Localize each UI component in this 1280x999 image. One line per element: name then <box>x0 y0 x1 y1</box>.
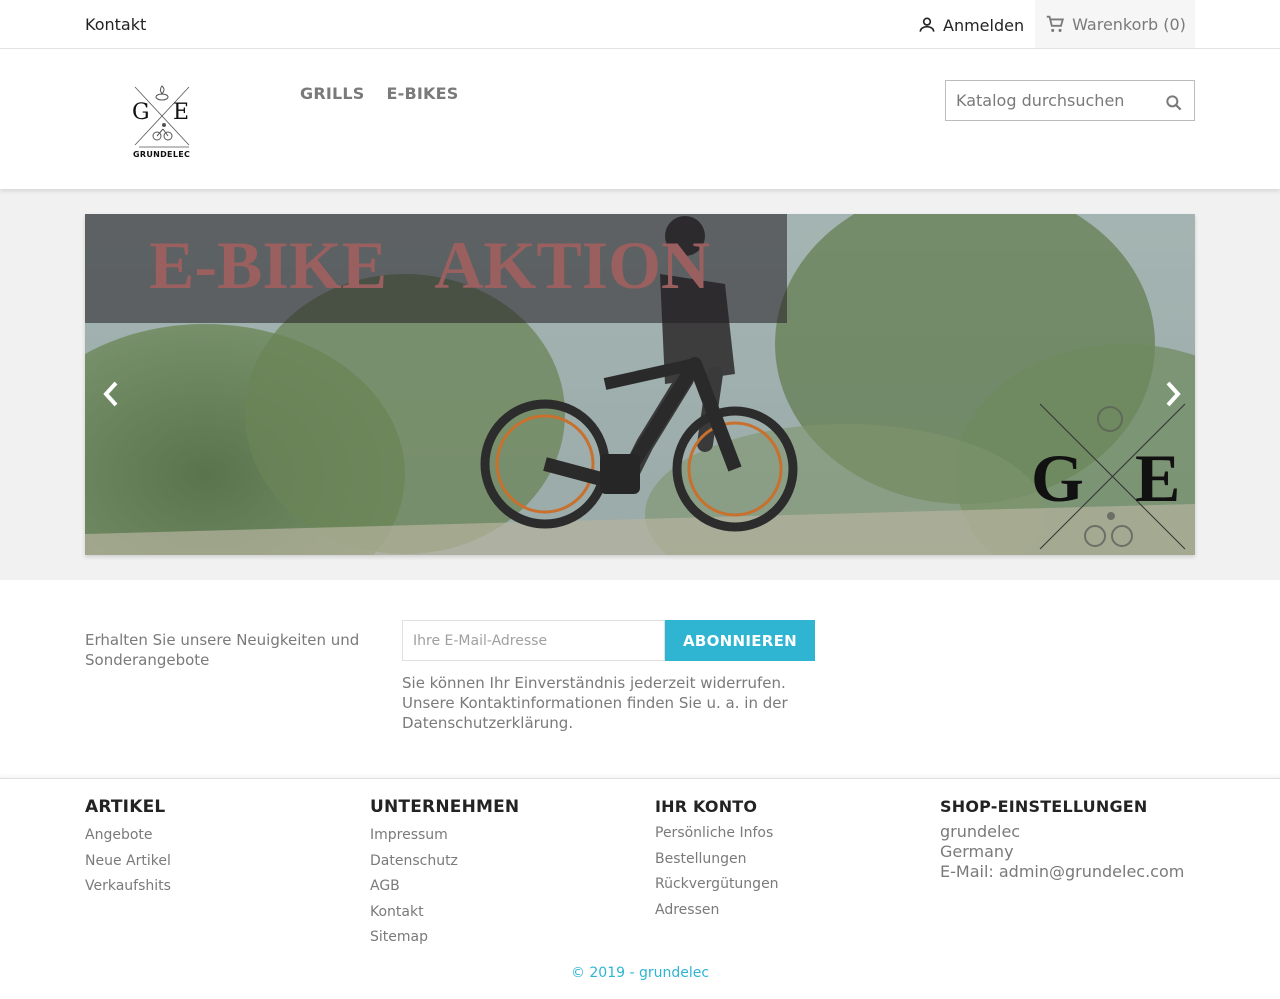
contact-link[interactable]: Kontakt <box>85 15 146 34</box>
footer-heading-shop: SHOP-EINSTELLUNGEN <box>940 797 1148 816</box>
newsletter-email-input[interactable] <box>402 620 665 661</box>
slide-watermark-g: G <box>1031 440 1084 516</box>
chevron-right-icon[interactable] <box>1163 379 1183 409</box>
main-menu: GRILLS E-BIKES <box>300 84 459 103</box>
shop-country: Germany <box>940 842 1014 861</box>
newsletter-label: Erhalten Sie unsere Neuigkeiten und Sond… <box>85 631 360 669</box>
slide-watermark-e: E <box>1135 440 1181 516</box>
shop-email[interactable]: E-Mail: admin@grundelec.com <box>940 862 1184 882</box>
menu-item-e-bikes[interactable]: E-BIKES <box>387 84 459 103</box>
copyright-link[interactable]: © 2019 - grundelec <box>0 965 1280 981</box>
logo-letter-e: E <box>173 100 190 125</box>
newsletter-section: Erhalten Sie unsere Neuigkeiten und Sond… <box>0 580 1280 778</box>
logo[interactable]: G E GRUNDELEC <box>129 81 199 161</box>
signin-label: Anmelden <box>943 15 1025 35</box>
footer-link-agb[interactable]: AGB <box>370 874 519 900</box>
footer-link-verkaufshits[interactable]: Verkaufshits <box>85 874 171 900</box>
cart-label: Warenkorb (0) <box>1072 14 1186 34</box>
footer-column-konto: IHR KONTO Persönliche Infos Bestellungen… <box>655 797 779 923</box>
footer-link-impressum[interactable]: Impressum <box>370 823 519 849</box>
search-box <box>945 80 1195 121</box>
newsletter-note: Sie können Ihr Einverständnis jederzeit … <box>402 674 788 732</box>
user-icon <box>919 17 935 32</box>
footer-link-neue-artikel[interactable]: Neue Artikel <box>85 849 171 875</box>
search-input[interactable] <box>946 81 1156 120</box>
logo-letter-g: G <box>132 100 150 125</box>
footer: ARTIKEL Angebote Neue Artikel Verkaufshi… <box>0 778 1280 999</box>
footer-link-kontakt[interactable]: Kontakt <box>370 900 519 926</box>
footer-link-angebote[interactable]: Angebote <box>85 823 171 849</box>
cart-button[interactable]: Warenkorb (0) <box>1035 0 1195 48</box>
footer-link-bestellungen[interactable]: Bestellungen <box>655 847 779 873</box>
chevron-left-icon[interactable] <box>101 379 121 409</box>
image-slider[interactable]: E-BIKE AKTION G E <box>85 214 1195 555</box>
footer-column-unternehmen: UNTERNEHMEN Impressum Datenschutz AGB Ko… <box>370 797 519 951</box>
footer-link-sitemap[interactable]: Sitemap <box>370 925 519 951</box>
footer-link-datenschutz[interactable]: Datenschutz <box>370 849 519 875</box>
footer-heading-unternehmen: UNTERNEHMEN <box>370 797 520 817</box>
footer-column-artikel: ARTIKEL Angebote Neue Artikel Verkaufshi… <box>85 797 171 900</box>
footer-link-adressen[interactable]: Adressen <box>655 898 779 924</box>
top-nav: Kontakt Anmelden Warenkorb (0) <box>0 0 1280 49</box>
footer-link-persoenliche-infos[interactable]: Persönliche Infos <box>655 821 779 847</box>
shop-name: grundelec <box>940 822 1021 841</box>
header: G E GRUNDELEC GRILLS E-BIKES <box>0 49 1280 189</box>
menu-item-grills[interactable]: GRILLS <box>300 84 365 103</box>
footer-column-shop: SHOP-EINSTELLUNGEN grundelec Germany E-M… <box>940 797 1184 882</box>
footer-link-rueckverguetungen[interactable]: Rückvergütungen <box>655 872 779 898</box>
search-icon[interactable] <box>1164 93 1184 113</box>
footer-heading-konto: IHR KONTO <box>655 797 758 816</box>
main-wrapper: E-BIKE AKTION G E <box>0 189 1280 580</box>
signin-link[interactable]: Anmelden <box>917 14 1024 36</box>
subscribe-button[interactable]: ABONNIEREN <box>665 620 815 661</box>
slide-title: E-BIKE AKTION <box>149 227 711 303</box>
footer-heading-artikel: ARTIKEL <box>85 797 166 817</box>
logo-brand-text: GRUNDELEC <box>133 150 191 159</box>
shopping-cart-icon <box>1046 15 1065 32</box>
